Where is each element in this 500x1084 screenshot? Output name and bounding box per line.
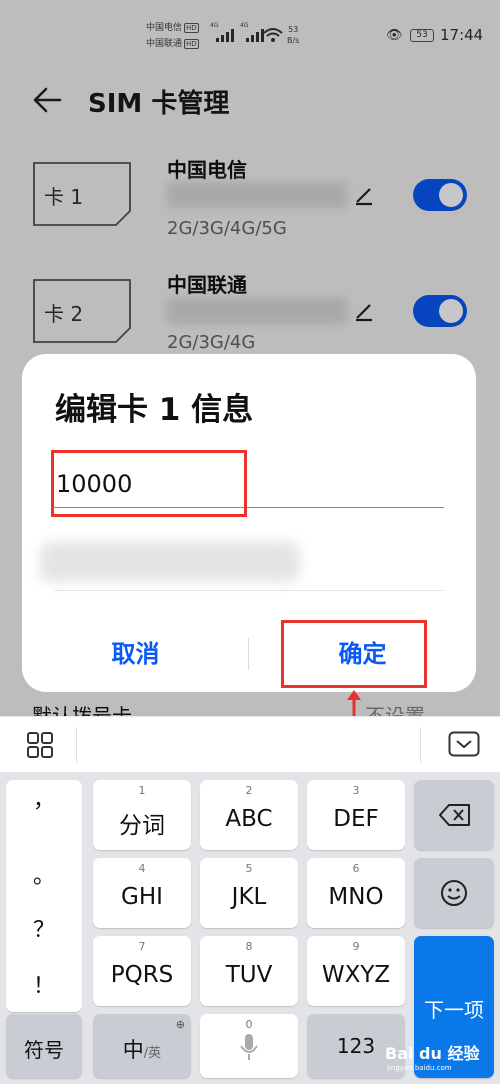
space-key[interactable]: 0: [200, 1014, 298, 1078]
field-divider: [54, 590, 444, 591]
backspace-key[interactable]: [414, 780, 494, 850]
baidu-watermark-logo: Bai du 经验: [385, 1044, 480, 1063]
punct-key-comma[interactable]: ，: [6, 782, 82, 814]
emoji-key[interactable]: [414, 858, 494, 928]
keyboard-toolbar: [0, 716, 500, 772]
backspace-icon: [439, 804, 470, 826]
dialog-title: 编辑卡 1 信息: [55, 392, 254, 428]
punctuation-column[interactable]: ， 。 ？ ！: [6, 780, 82, 1012]
highlight-box-confirm: [281, 620, 427, 688]
key-9[interactable]: 9 WXYZ: [307, 936, 405, 1006]
symbols-key[interactable]: 符号: [6, 1014, 82, 1078]
key-4[interactable]: 4 GHI: [93, 858, 191, 928]
punct-key-period[interactable]: 。: [6, 858, 82, 890]
key-6[interactable]: 6 MNO: [307, 858, 405, 928]
keyboard: ， 。 ？ ！ 1 分词 2 ABC 3 DEF 4 GHI 5 JKL 6 MNO 7P: [0, 772, 500, 1084]
emoji-icon: [441, 880, 467, 906]
key-3[interactable]: 3 DEF: [307, 780, 405, 850]
highlight-box-input: [51, 450, 247, 517]
blurred-number-field[interactable]: [40, 542, 300, 582]
key-8[interactable]: 8 TUV: [200, 936, 298, 1006]
key-7[interactable]: 7 PQRS: [93, 936, 191, 1006]
key-1[interactable]: 1 分词: [93, 780, 191, 850]
key-2[interactable]: 2 ABC: [200, 780, 298, 850]
globe-icon: ⊕: [175, 1018, 185, 1031]
punct-key-exclaim[interactable]: ！: [6, 968, 82, 1000]
microphone-icon: [240, 1034, 258, 1060]
baidu-watermark-url: jingyan.baidu.com: [387, 1064, 452, 1072]
edit-card-dialog: 编辑卡 1 信息 10000 取消 确定: [22, 354, 476, 692]
keyboard-menu-grid-icon[interactable]: [26, 731, 54, 759]
language-switch-key[interactable]: 中/英 ⊕: [93, 1014, 191, 1078]
cancel-button[interactable]: 取消: [22, 622, 249, 686]
key-5[interactable]: 5 JKL: [200, 858, 298, 928]
punct-key-question[interactable]: ？: [6, 912, 82, 944]
keyboard-hide-icon[interactable]: [448, 731, 480, 757]
